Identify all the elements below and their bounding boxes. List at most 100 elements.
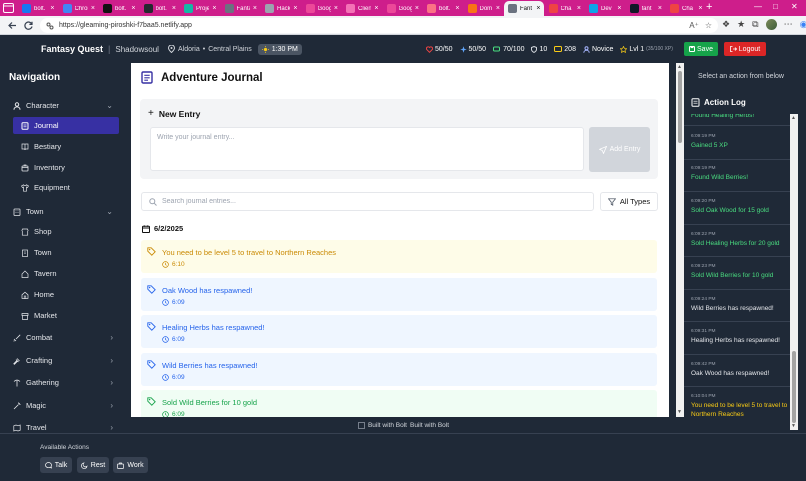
browser-tab[interactable]: bolt. ×: [18, 1, 58, 16]
maximize-button[interactable]: □: [773, 2, 778, 11]
browser-tab[interactable]: Cha ×: [666, 1, 706, 16]
profile-avatar[interactable]: [765, 19, 777, 30]
tab-close-icon[interactable]: ×: [658, 5, 662, 12]
sidebar-group-magic[interactable]: Magic ›: [7, 397, 119, 414]
sidebar-group-crafting[interactable]: Crafting ›: [7, 352, 119, 369]
browser-tab[interactable]: bolt. ×: [140, 1, 180, 16]
scroll-down-arrow[interactable]: ▼: [791, 423, 796, 429]
browser-tab[interactable]: Hack ×: [261, 1, 301, 16]
scroll-up-arrow[interactable]: ▲: [677, 64, 682, 70]
sidebar-group-gathering[interactable]: Gathering ›: [7, 374, 119, 391]
copilot-icon[interactable]: ◉: [800, 19, 806, 30]
home-icon: [21, 291, 29, 299]
read-aloud-icon[interactable]: A⁺: [689, 21, 699, 30]
browser-tab[interactable]: Fanta×: [221, 1, 261, 16]
tab-close-icon[interactable]: ×: [374, 5, 378, 12]
map-icon: [13, 424, 21, 431]
scroll-icon: [141, 71, 153, 84]
browser-tab[interactable]: Goog ×: [383, 1, 423, 16]
browser-tab[interactable]: Proje ×: [180, 1, 220, 16]
tab-close-icon[interactable]: ×: [698, 5, 702, 12]
reload-icon[interactable]: [23, 20, 34, 31]
browser-tab[interactable]: Chrome×: [59, 1, 99, 16]
tab-close-icon[interactable]: ×: [293, 5, 297, 12]
sidebar-item-inventory[interactable]: Inventory: [13, 159, 119, 176]
more-menu-icon[interactable]: ⋯: [784, 19, 793, 30]
sidebar: Navigation Character ⌄ Journal Bestiary …: [0, 63, 123, 433]
journal-entry-input[interactable]: [150, 127, 584, 171]
browser-tab[interactable]: Clien ×: [342, 1, 382, 16]
box-icon: [21, 164, 29, 171]
collections-icon[interactable]: ⧉: [752, 19, 758, 30]
tab-close-icon[interactable]: ×: [131, 5, 135, 12]
action-log-scrollbar[interactable]: ▲ ▼: [790, 114, 798, 430]
favorites-icon[interactable]: ★: [737, 19, 745, 30]
tab-close-icon[interactable]: ×: [496, 5, 500, 12]
tab-close-icon[interactable]: ×: [577, 5, 581, 12]
tab-close-icon[interactable]: ×: [172, 5, 176, 12]
journal-search[interactable]: [141, 192, 594, 211]
scrollbar-thumb[interactable]: [678, 71, 682, 143]
tab-close-icon[interactable]: ×: [415, 5, 419, 12]
tab-close-icon[interactable]: ×: [50, 5, 54, 12]
tab-close-icon[interactable]: ×: [212, 5, 216, 12]
back-icon[interactable]: [7, 20, 18, 31]
send-icon: [598, 145, 607, 154]
url-bar[interactable]: https://gleaming-piroshki-f7baa5.netlify…: [40, 18, 718, 33]
sidebar-group-travel[interactable]: Travel ›: [7, 419, 119, 433]
sidebar-group-character[interactable]: Character ⌄: [7, 97, 119, 114]
minimize-button[interactable]: —: [754, 2, 762, 11]
browser-tab[interactable]: Dom ×: [464, 1, 504, 16]
tab-close-icon[interactable]: ×: [334, 5, 338, 12]
favorite-star-icon[interactable]: ☆: [705, 21, 712, 30]
sidebar-item-home[interactable]: Home: [13, 286, 119, 303]
browser-tab[interactable]: Goog ×: [302, 1, 342, 16]
sidebar-item-town[interactable]: Town: [13, 244, 119, 261]
search-input[interactable]: [162, 198, 562, 205]
sidebar-group-town[interactable]: Town ⌄: [7, 203, 119, 220]
region-name: Aldoria: [177, 45, 200, 53]
tab-close-icon[interactable]: ×: [91, 5, 95, 12]
browser-tab[interactable]: Cha ×: [545, 1, 585, 16]
browser-tab[interactable]: fant ×: [626, 1, 666, 16]
sidebar-item-bestiary[interactable]: Bestiary: [13, 138, 119, 155]
browser-menu-icon[interactable]: [3, 3, 14, 13]
logout-button[interactable]: Logout: [724, 42, 766, 56]
store-icon: [21, 228, 29, 236]
rest-button[interactable]: Rest: [77, 457, 109, 473]
sidebar-item-shop[interactable]: Shop: [13, 223, 119, 240]
tab-title: Dev: [601, 5, 612, 12]
browser-tab[interactable]: bolt. ×: [99, 1, 139, 16]
browser-tab[interactable]: Fant ×: [504, 1, 544, 16]
browser-tab[interactable]: Dev ×: [585, 1, 625, 16]
scrollbar-thumb[interactable]: [792, 351, 796, 423]
add-entry-button[interactable]: Add Entry: [589, 127, 650, 172]
talk-button[interactable]: Talk: [40, 457, 72, 473]
area-name: Central Plains: [208, 45, 252, 53]
save-button[interactable]: Save: [684, 42, 718, 56]
sidebar-item-tavern[interactable]: Tavern: [13, 265, 119, 282]
scroll-up-arrow[interactable]: ▲: [791, 115, 796, 121]
tab-title: Goog: [317, 5, 331, 12]
site-info-icon[interactable]: [46, 22, 54, 30]
tavern-icon: [21, 270, 29, 278]
sidebar-item-journal[interactable]: Journal: [13, 117, 119, 134]
tab-close-icon[interactable]: ×: [536, 5, 540, 12]
sidebar-item-market[interactable]: Market: [13, 307, 119, 324]
tab-close-icon[interactable]: ×: [617, 5, 621, 12]
star-icon: [620, 45, 628, 53]
tab-close-icon[interactable]: ×: [455, 5, 459, 12]
work-button[interactable]: Work: [113, 457, 148, 473]
tab-close-icon[interactable]: ×: [253, 5, 257, 12]
new-tab-button[interactable]: +: [706, 1, 712, 13]
browser-tab[interactable]: bolt. ×: [423, 1, 463, 16]
scroll-down-arrow[interactable]: ▼: [677, 409, 682, 415]
journal-scrollbar[interactable]: ▲ ▼: [676, 63, 684, 417]
sidebar-group-combat[interactable]: Combat ›: [7, 329, 119, 346]
close-window-button[interactable]: ✕: [791, 2, 798, 11]
extensions-icon[interactable]: ❖: [722, 19, 730, 30]
url-text[interactable]: https://gleaming-piroshki-f7baa5.netlify…: [59, 22, 192, 29]
sidebar-item-equipment[interactable]: Equipment: [13, 179, 119, 196]
built-with-bolt-badge[interactable]: Built with Bolt Built with Bolt: [123, 417, 684, 433]
type-filter-dropdown[interactable]: All Types: [600, 192, 658, 211]
